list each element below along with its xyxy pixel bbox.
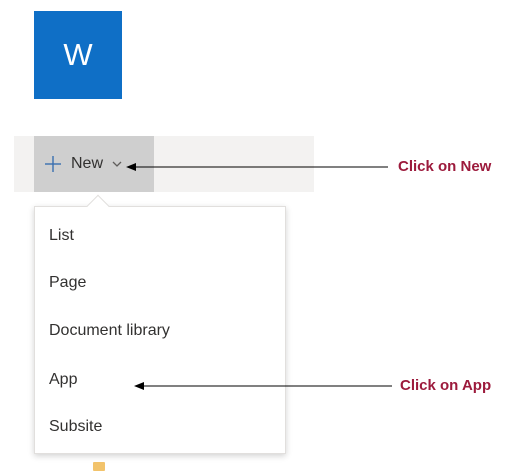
- arrowhead-new: [126, 163, 136, 171]
- arrowhead-app: [134, 382, 144, 390]
- callout-click-app: Click on App: [400, 377, 492, 394]
- callout-click-new: Click on New: [398, 158, 492, 175]
- annotation-arrows: [126, 163, 392, 390]
